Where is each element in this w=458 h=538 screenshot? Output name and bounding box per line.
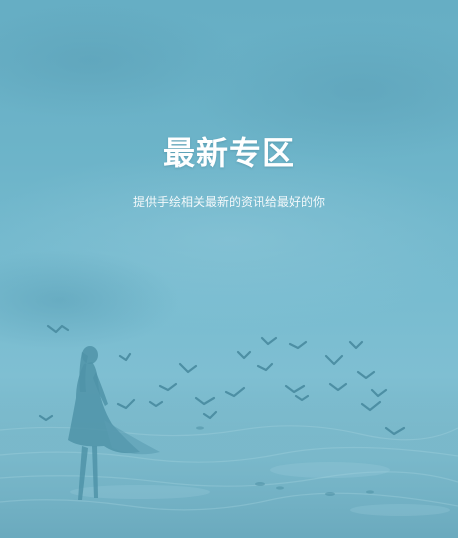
beach-scene [38, 324, 406, 500]
girl-silhouette [68, 346, 140, 500]
page-title: 最新专区 [162, 134, 295, 172]
hero-banner: 最新专区 提供手绘相关最新的资讯给最好的你 [0, 0, 458, 538]
page-subtitle: 提供手绘相关最新的资讯给最好的你 [132, 195, 325, 209]
